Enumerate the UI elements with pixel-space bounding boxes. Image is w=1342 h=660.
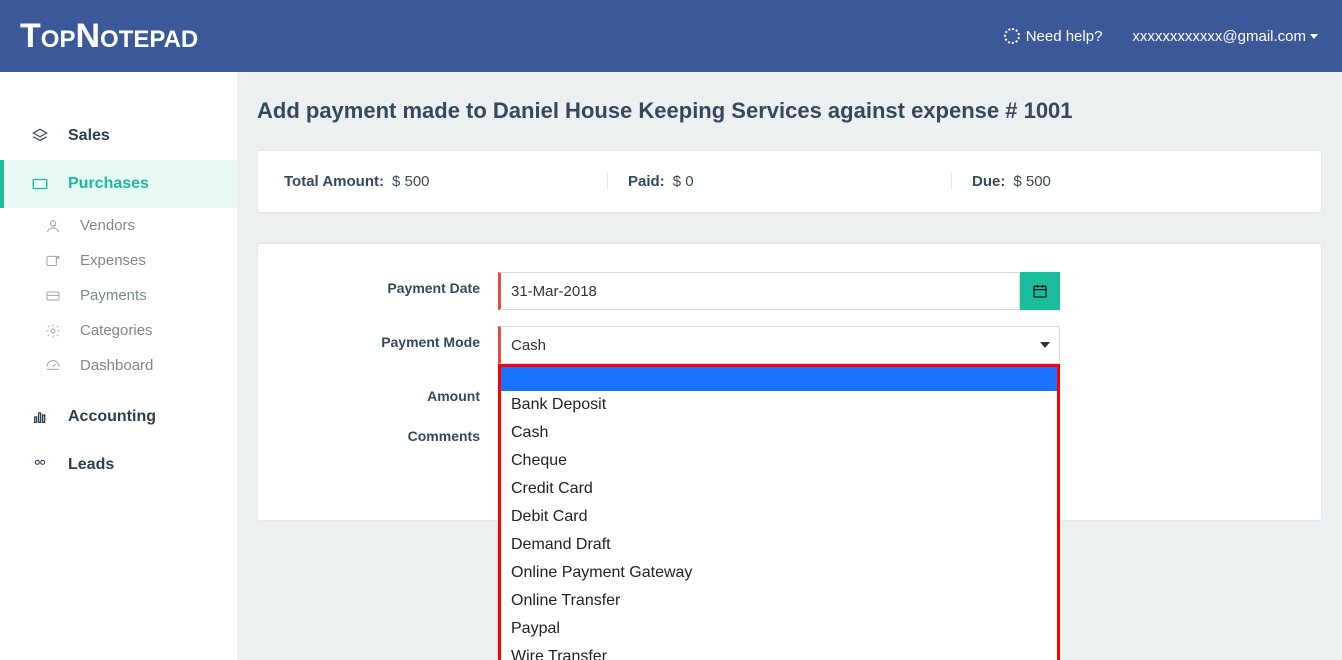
chevron-down-icon bbox=[1310, 34, 1318, 39]
dropdown-option[interactable]: Cash bbox=[501, 419, 1057, 447]
page-title: Add payment made to Daniel House Keeping… bbox=[257, 98, 1322, 124]
row-payment-date: Payment Date bbox=[298, 272, 1281, 310]
calendar-icon bbox=[1032, 283, 1048, 299]
credit-card-icon bbox=[44, 288, 62, 304]
dropdown-option[interactable]: Demand Draft bbox=[501, 531, 1057, 559]
sidebar-item-label: Leads bbox=[68, 456, 114, 474]
sidebar-item-sales[interactable]: Sales bbox=[0, 112, 237, 160]
payment-form: Payment Date Payment Mode Cash bbox=[257, 243, 1322, 521]
sidebar-sub-vendors[interactable]: Vendors bbox=[0, 208, 237, 243]
chevron-down-icon bbox=[1040, 342, 1050, 348]
comments-label: Comments bbox=[298, 420, 498, 444]
summary-total-value: $ 500 bbox=[392, 173, 430, 190]
payment-mode-dropdown: Bank Deposit Cash Cheque Credit Card Deb… bbox=[498, 364, 1060, 660]
dropdown-option[interactable]: Debit Card bbox=[501, 503, 1057, 531]
dropdown-option[interactable]: Wire Transfer bbox=[501, 643, 1057, 660]
help-label: Need help? bbox=[1026, 28, 1103, 45]
card-icon bbox=[30, 174, 50, 194]
gear-icon bbox=[44, 323, 62, 339]
sidebar-item-label: Dashboard bbox=[80, 357, 153, 374]
summary-card: Total Amount: $ 500 Paid: $ 0 Due: $ 500 bbox=[257, 150, 1322, 213]
sidebar-item-label: Purchases bbox=[68, 175, 149, 193]
summary-due: Due: $ 500 bbox=[951, 173, 1295, 190]
summary-paid-value: $ 0 bbox=[673, 173, 694, 190]
sidebar: Sales Purchases Vendors Expenses Payment bbox=[0, 72, 237, 660]
dropdown-option[interactable]: Cheque bbox=[501, 447, 1057, 475]
calendar-button[interactable] bbox=[1020, 272, 1060, 310]
share-icon bbox=[44, 253, 62, 269]
sidebar-item-label: Categories bbox=[80, 322, 153, 339]
app-logo: TopNotepad bbox=[20, 17, 198, 56]
dropdown-option-blank[interactable] bbox=[501, 367, 1057, 391]
layers-icon bbox=[30, 126, 50, 146]
person-icon bbox=[44, 218, 62, 234]
payment-date-label: Payment Date bbox=[298, 272, 498, 296]
sidebar-item-purchases[interactable]: Purchases bbox=[0, 160, 237, 208]
bar-chart-icon bbox=[30, 407, 50, 427]
help-icon bbox=[1004, 28, 1020, 44]
dropdown-option[interactable]: Credit Card bbox=[501, 475, 1057, 503]
summary-total: Total Amount: $ 500 bbox=[284, 173, 607, 190]
summary-total-label: Total Amount: bbox=[284, 173, 384, 190]
user-menu[interactable]: xxxxxxxxxxxx@gmail.com bbox=[1132, 28, 1318, 45]
help-link[interactable]: Need help? bbox=[1004, 28, 1103, 45]
summary-paid: Paid: $ 0 bbox=[607, 173, 951, 190]
sidebar-sub-dashboard[interactable]: Dashboard bbox=[0, 348, 237, 383]
sidebar-item-label: Vendors bbox=[80, 217, 135, 234]
gauge-icon bbox=[44, 358, 62, 374]
payment-mode-value: Cash bbox=[511, 337, 546, 354]
dropdown-option[interactable]: Bank Deposit bbox=[501, 391, 1057, 419]
payment-mode-label: Payment Mode bbox=[298, 326, 498, 350]
sidebar-sub-payments[interactable]: Payments bbox=[0, 278, 237, 313]
dropdown-option[interactable]: Online Transfer bbox=[501, 587, 1057, 615]
summary-due-value: $ 500 bbox=[1013, 173, 1051, 190]
main-content: Add payment made to Daniel House Keeping… bbox=[237, 72, 1342, 660]
user-email: xxxxxxxxxxxx@gmail.com bbox=[1132, 28, 1306, 45]
payment-mode-select[interactable]: Cash bbox=[498, 326, 1060, 364]
app-header: TopNotepad Need help? xxxxxxxxxxxx@gmail… bbox=[0, 0, 1342, 72]
sidebar-item-label: Accounting bbox=[68, 408, 156, 426]
summary-due-label: Due: bbox=[972, 173, 1005, 190]
sidebar-item-label: Sales bbox=[68, 127, 110, 145]
dropdown-option[interactable]: Paypal bbox=[501, 615, 1057, 643]
header-right: Need help? xxxxxxxxxxxx@gmail.com bbox=[1004, 28, 1318, 45]
people-icon bbox=[30, 455, 50, 475]
sidebar-item-leads[interactable]: Leads bbox=[0, 441, 237, 489]
dropdown-option[interactable]: Online Payment Gateway bbox=[501, 559, 1057, 587]
row-payment-mode: Payment Mode Cash Bank Deposit Cash Cheq… bbox=[298, 326, 1281, 364]
sidebar-item-label: Expenses bbox=[80, 252, 146, 269]
payment-date-input[interactable] bbox=[498, 272, 1020, 310]
sidebar-item-label: Payments bbox=[80, 287, 147, 304]
summary-paid-label: Paid: bbox=[628, 173, 665, 190]
sidebar-sub-categories[interactable]: Categories bbox=[0, 313, 237, 348]
sidebar-sub-expenses[interactable]: Expenses bbox=[0, 243, 237, 278]
sidebar-item-accounting[interactable]: Accounting bbox=[0, 393, 237, 441]
amount-label: Amount bbox=[298, 380, 498, 404]
